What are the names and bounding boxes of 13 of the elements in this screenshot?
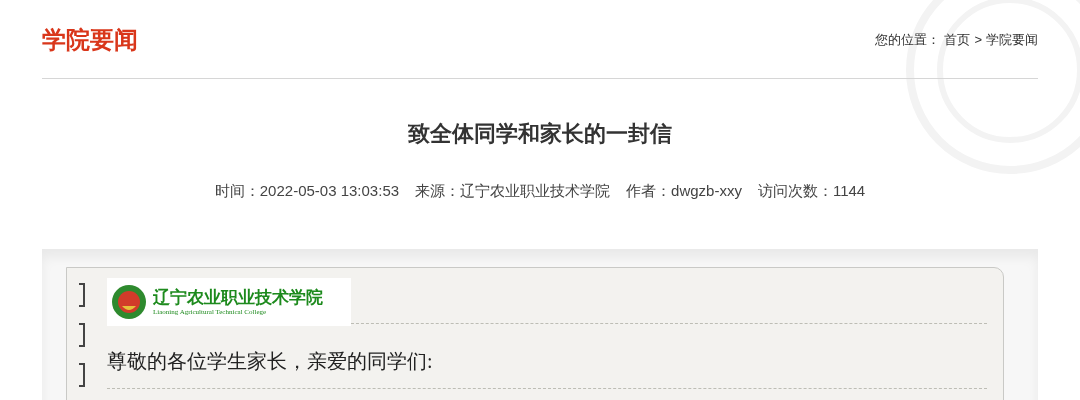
letter-greeting: 尊敬的各位学生家长，亲爱的同学们: <box>107 349 433 372</box>
article-meta: 作者：dwgzb-xxy <box>626 181 742 201</box>
breadcrumb-link[interactable]: 学院要闻 <box>986 30 1038 50</box>
college-emblem-icon <box>111 283 147 320</box>
breadcrumb-label: 您的位置： <box>875 31 941 50</box>
article-meta: 来源：辽宁农业职业技术学院 <box>415 181 611 201</box>
college-logo-name: 辽宁农业职业技术学院 <box>153 286 323 307</box>
section-title: 学院要闻 <box>42 25 138 55</box>
breadcrumb-link[interactable]: 首页 <box>944 30 971 50</box>
breadcrumb-separator: > <box>974 31 982 50</box>
article-meta: 访问次数：1144 <box>757 181 866 201</box>
article-title: 致全体同学和家长的一封信 <box>407 120 673 148</box>
article-meta: 时间：2022-05-03 13:03:53 <box>214 181 400 201</box>
